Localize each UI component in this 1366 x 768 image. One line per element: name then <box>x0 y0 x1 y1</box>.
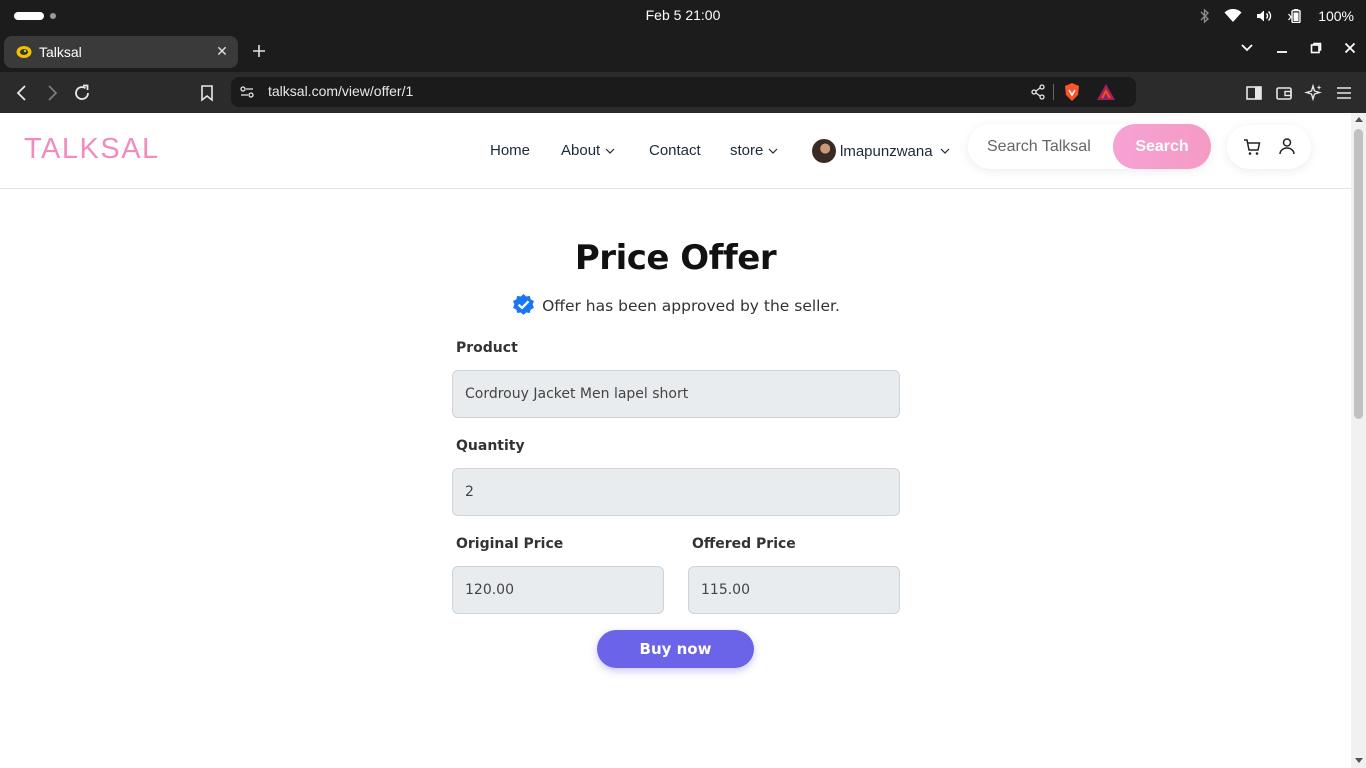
site-search: Search <box>968 124 1211 169</box>
quantity-field[interactable] <box>452 468 900 516</box>
page-title: Price Offer <box>574 238 777 278</box>
address-bar[interactable]: talksal.com/view/offer/1 <box>231 77 1136 107</box>
talksal-favicon-icon <box>16 46 32 58</box>
url-text[interactable]: talksal.com/view/offer/1 <box>268 83 413 99</box>
maximize-icon[interactable] <box>1310 42 1322 54</box>
nav-store[interactable]: store <box>730 142 778 159</box>
browser-tab-strip: Talksal ✕ <box>0 32 1366 72</box>
search-input[interactable] <box>968 124 1113 169</box>
window-controls <box>1240 42 1356 54</box>
share-icon[interactable] <box>1030 84 1046 100</box>
chevron-down-icon <box>605 148 615 154</box>
reload-icon[interactable] <box>72 83 92 103</box>
system-tray[interactable]: 100% <box>1200 6 1354 26</box>
approval-status: Offer has been approved by the seller. <box>0 293 1351 318</box>
quantity-label: Quantity <box>456 438 525 454</box>
header-icon-group <box>1227 125 1311 169</box>
wifi-icon <box>1224 9 1242 22</box>
nav-store-label: store <box>730 142 764 159</box>
avatar <box>812 139 836 163</box>
verified-badge-icon <box>513 294 535 315</box>
user-icon[interactable] <box>1278 137 1296 155</box>
scroll-down-icon[interactable] <box>1355 758 1363 763</box>
tab-close-icon[interactable]: ✕ <box>214 44 230 60</box>
menu-icon[interactable] <box>1334 83 1354 103</box>
original-price-field[interactable] <box>452 566 664 614</box>
close-window-icon[interactable] <box>1344 42 1356 54</box>
offered-price-label: Offered Price <box>692 536 796 552</box>
nav-contact-label: Contact <box>649 142 701 159</box>
nav-contact[interactable]: Contact <box>649 142 701 159</box>
chevron-down-icon <box>768 148 778 154</box>
nav-about[interactable]: About <box>561 142 615 159</box>
browser-toolbar: talksal.com/view/offer/1 <box>0 72 1366 113</box>
site-info-icon[interactable] <box>239 84 255 100</box>
volume-icon <box>1257 10 1272 22</box>
browser-tab-talksal[interactable]: Talksal ✕ <box>4 36 238 68</box>
new-tab-icon[interactable] <box>250 42 268 60</box>
product-field[interactable] <box>452 370 900 418</box>
site-header: TALKSAL Home About Contact store lmapunz… <box>0 113 1351 189</box>
nav-user-menu[interactable]: lmapunzwana <box>812 139 950 163</box>
original-price-label: Original Price <box>456 536 564 552</box>
os-top-bar: Feb 5 21:00 100% <box>0 0 1366 32</box>
nav-home[interactable]: Home <box>490 142 530 159</box>
nav-about-label: About <box>561 142 601 159</box>
address-bar-divider <box>1053 84 1054 100</box>
bookmark-icon[interactable] <box>197 83 217 103</box>
product-label: Product <box>456 340 518 356</box>
minimize-icon[interactable] <box>1276 42 1288 54</box>
search-button[interactable]: Search <box>1113 124 1211 169</box>
buy-now-button[interactable]: Buy now <box>597 630 754 668</box>
chevron-down-icon <box>940 148 949 154</box>
leo-ai-icon[interactable] <box>1304 83 1324 103</box>
tab-search-chevron-icon[interactable] <box>1240 43 1254 53</box>
back-icon[interactable] <box>12 83 32 103</box>
bluetooth-icon <box>1200 8 1210 24</box>
battery-percent: 100% <box>1318 8 1354 24</box>
brave-rewards-icon[interactable] <box>1096 83 1116 101</box>
brave-shields-icon[interactable] <box>1062 82 1082 102</box>
offered-price-field[interactable] <box>688 566 900 614</box>
cart-icon[interactable] <box>1243 138 1261 156</box>
forward-icon[interactable] <box>42 83 62 103</box>
os-clock[interactable]: Feb 5 21:00 <box>0 7 1366 23</box>
page-scrollbar[interactable] <box>1351 113 1366 768</box>
talksal-logo[interactable]: TALKSAL <box>24 133 160 166</box>
wallet-icon[interactable] <box>1274 83 1294 103</box>
scroll-up-icon[interactable] <box>1355 117 1363 122</box>
sidebar-toggle-icon[interactable] <box>1244 83 1264 103</box>
nav-username: lmapunzwana <box>840 142 933 160</box>
scrollbar-thumb[interactable] <box>1354 129 1363 419</box>
approval-text: Offer has been approved by the seller. <box>542 296 840 315</box>
battery-icon <box>1288 9 1301 23</box>
nav-home-label: Home <box>490 142 531 159</box>
tab-title: Talksal <box>39 44 82 60</box>
